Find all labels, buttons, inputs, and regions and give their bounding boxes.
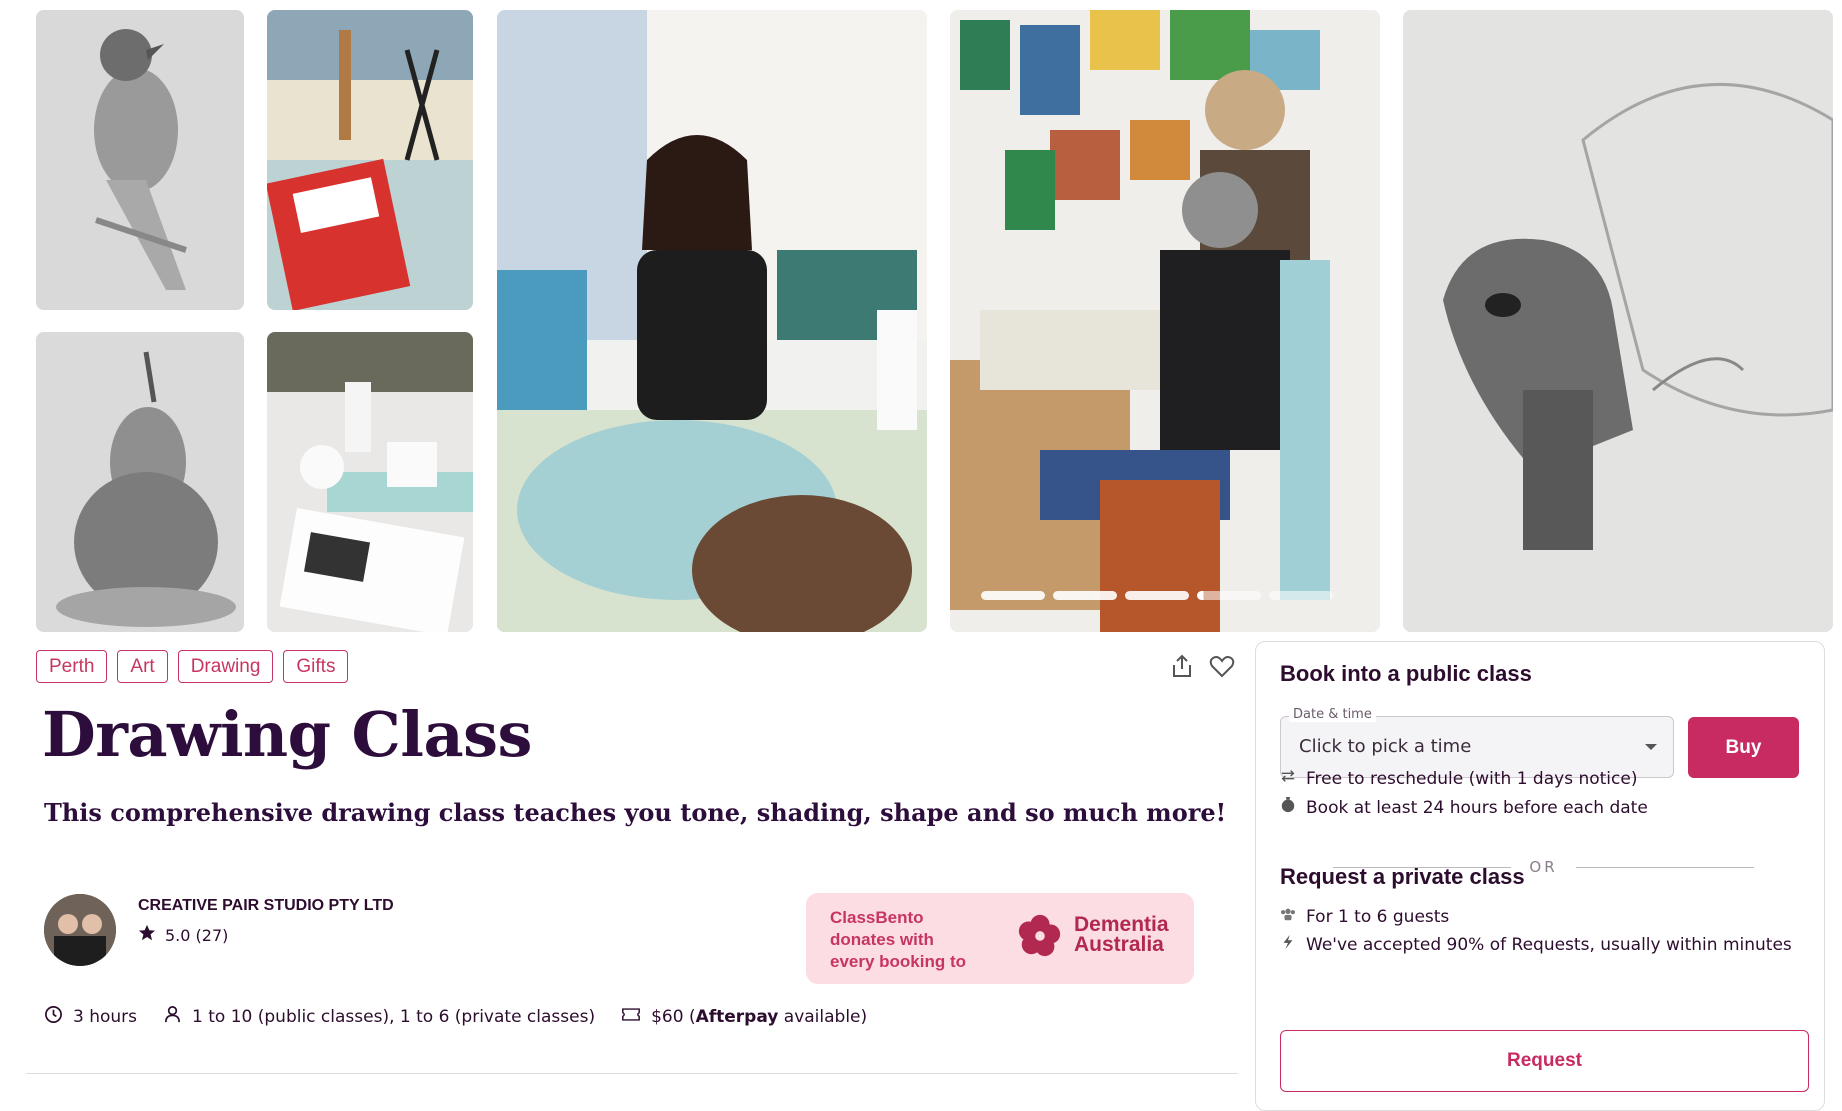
carousel-dot-2[interactable] (1053, 591, 1117, 600)
avatar[interactable] (44, 894, 116, 966)
gallery-photo-instructor-student[interactable] (950, 10, 1380, 632)
carousel-dot-4[interactable] (1197, 591, 1261, 600)
date-time-label: Date & time (1289, 707, 1376, 722)
carousel-dot-3[interactable] (1125, 591, 1189, 600)
tag-gifts[interactable]: Gifts (283, 650, 349, 683)
carousel-indicators (981, 591, 1333, 600)
donation-text: ClassBento donates with every booking to (830, 908, 967, 971)
carousel-dot-1[interactable] (981, 591, 1045, 600)
share-icon[interactable] (1168, 652, 1196, 680)
tag-art[interactable]: Art (117, 650, 168, 683)
notice-info: Book at least 24 hours before each date (1280, 797, 1648, 818)
carousel-dot-5[interactable] (1269, 591, 1333, 600)
page-title: Drawing Class (42, 698, 532, 771)
request-button[interactable]: Request (1280, 1030, 1809, 1092)
flower-icon (1018, 914, 1061, 957)
heart-icon[interactable] (1208, 652, 1236, 680)
dementia-australia-logo: Dementia Australia (1016, 911, 1169, 959)
gallery-photo-supplies[interactable] (267, 10, 473, 310)
gallery-photo-still-life[interactable] (267, 332, 473, 632)
star-icon (138, 924, 156, 946)
fact-duration: 3 hours (44, 1005, 137, 1029)
tag-perth[interactable]: Perth (36, 650, 108, 683)
booking-panel: Book into a public class Date & time Cli… (1255, 641, 1825, 1111)
group-icon (1280, 906, 1296, 927)
acceptance-info: We've accepted 90% of Requests, usually … (1280, 934, 1792, 955)
fact-price: $60 (Afterpay available) (621, 1005, 867, 1029)
gallery-photo-turtle-drawing[interactable] (1403, 10, 1833, 632)
fact-capacity: 1 to 10 (public classes), 1 to 6 (privat… (163, 1005, 595, 1029)
rating-value[interactable]: 5.0 (27) (165, 926, 228, 945)
swap-arrows-icon (1280, 768, 1296, 789)
person-icon (163, 1005, 182, 1029)
gallery-photo-pear-drawing[interactable] (36, 332, 244, 632)
stopwatch-icon (1280, 797, 1296, 818)
host-info: CREATIVE PAIR STUDIO PTY LTD 5.0 (27) (44, 894, 394, 966)
category-tags: Perth Art Drawing Gifts (36, 650, 349, 683)
page-actions (1168, 652, 1236, 680)
clock-icon (44, 1005, 63, 1029)
gallery-photo-bird-drawing[interactable] (36, 10, 244, 310)
gallery-photo-teacher[interactable] (497, 10, 927, 632)
chevron-down-icon (1645, 744, 1657, 750)
host-name[interactable]: CREATIVE PAIR STUDIO PTY LTD (138, 897, 394, 915)
public-class-heading: Book into a public class (1280, 661, 1532, 686)
page-subtitle: This comprehensive drawing class teaches… (44, 798, 1227, 827)
tag-drawing[interactable]: Drawing (177, 650, 274, 683)
photo-gallery (0, 0, 1842, 640)
donation-banner[interactable]: ClassBento donates with every booking to… (806, 893, 1194, 984)
divider (26, 1073, 1238, 1074)
reschedule-info: Free to reschedule (with 1 days notice) (1280, 768, 1637, 789)
private-class-heading: Request a private class (1280, 864, 1525, 889)
buy-button[interactable]: Buy (1688, 717, 1799, 778)
class-facts: 3 hours 1 to 10 (public classes), 1 to 6… (44, 1005, 867, 1029)
date-time-value: Click to pick a time (1299, 736, 1472, 757)
host-rating: 5.0 (27) (138, 924, 394, 946)
lightning-icon (1280, 934, 1296, 955)
guests-info: For 1 to 6 guests (1280, 906, 1449, 927)
ticket-icon (621, 1005, 641, 1029)
